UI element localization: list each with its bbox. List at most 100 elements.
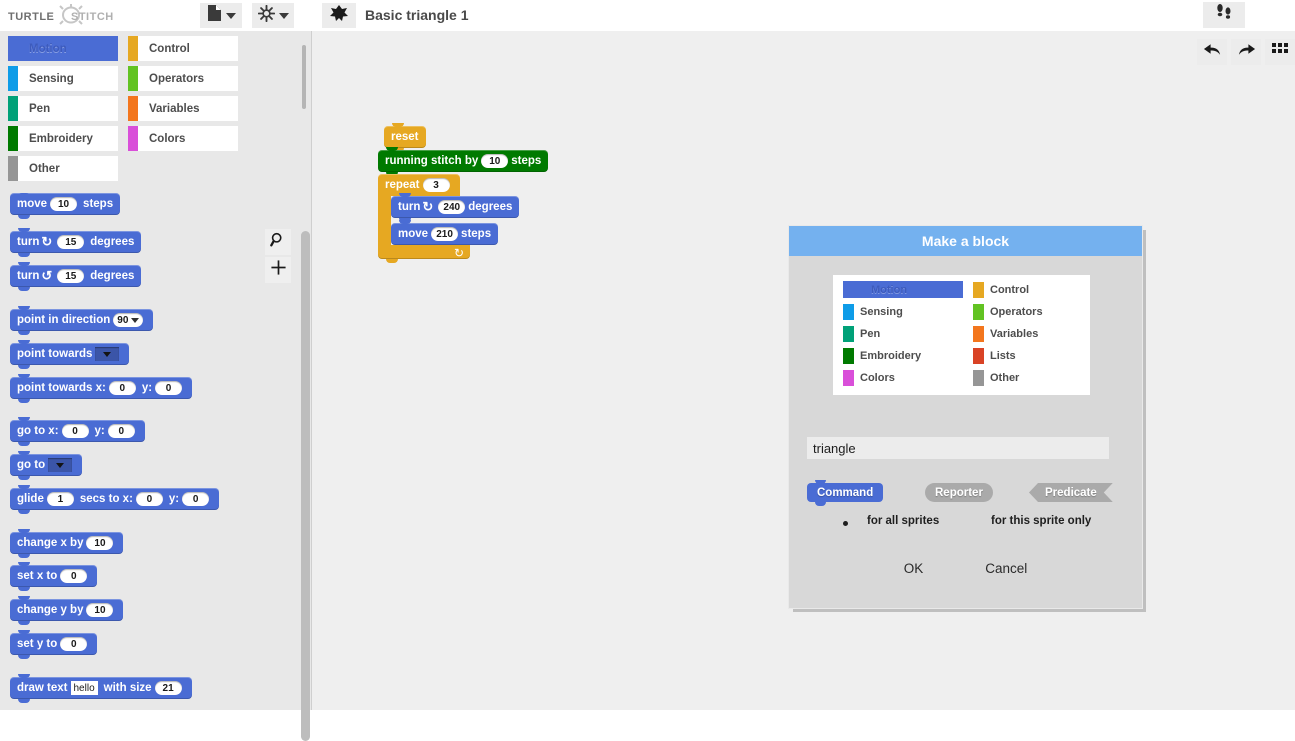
palette-block-body[interactable]: point towards	[10, 340, 130, 369]
category-scrollbar[interactable]	[302, 45, 306, 109]
dialog-category-motion[interactable]: Motion	[843, 281, 963, 298]
palette-block[interactable]: change y by 10	[10, 596, 124, 625]
reset-block-body[interactable]: reset	[384, 123, 426, 152]
palette-block-body[interactable]: turn ↻ 15 degrees	[10, 228, 142, 257]
visible-stepping-button[interactable]	[1203, 2, 1245, 28]
clean-up-button[interactable]	[1265, 39, 1295, 65]
block-number-input[interactable]: 10	[86, 603, 114, 617]
file-menu-button[interactable]	[200, 3, 242, 28]
dialog-category-embroidery[interactable]: Embroidery	[843, 347, 921, 364]
palette-category-sensing[interactable]: Sensing	[8, 66, 118, 91]
palette-block[interactable]: glide 1 secs to x: 0 y: 0	[10, 485, 220, 514]
block-dropdown-input[interactable]	[95, 347, 120, 361]
repeat-input[interactable]: 3	[422, 178, 450, 192]
repeat-inner-slot[interactable]: turn ↻ 240 degrees move 210 steps	[391, 193, 520, 249]
block-running-stitch[interactable]: running stitch by 10 steps	[378, 147, 549, 176]
palette-block-body[interactable]: set x to 0	[10, 562, 98, 591]
palette-block[interactable]: point towards x: 0 y: 0	[10, 374, 193, 403]
turn-block-body[interactable]: turn ↻ 240 degrees	[391, 193, 520, 222]
scope-this-sprite-only-option[interactable]: for this sprite only	[991, 515, 1091, 527]
palette-block-body[interactable]: go to	[10, 451, 83, 480]
palette-block[interactable]: set y to 0	[10, 630, 98, 659]
palette-category-pen[interactable]: Pen	[8, 96, 118, 121]
palette-block-body[interactable]: glide 1 secs to x: 0 y: 0	[10, 485, 220, 514]
running-stitch-input[interactable]: 10	[481, 154, 509, 168]
palette-block[interactable]: turn ↻ 15 degrees	[10, 228, 142, 257]
move-input[interactable]: 210	[431, 227, 459, 241]
palette-category-control[interactable]: Control	[128, 36, 238, 61]
block-number-input[interactable]: 21	[154, 681, 182, 695]
palette-block-body[interactable]: change x by 10	[10, 529, 124, 558]
block-reset[interactable]: reset	[384, 123, 554, 152]
palette-block[interactable]: go to x: 0 y: 0	[10, 417, 145, 446]
dialog-category-other[interactable]: Other	[973, 369, 1019, 386]
shape-command-option[interactable]: Command	[807, 480, 884, 506]
palette-block[interactable]: draw text hello with size 21	[10, 674, 192, 703]
shape-predicate-option[interactable]: Predicate	[1029, 483, 1113, 502]
palette-block[interactable]: point in direction 90	[10, 306, 154, 335]
turn-input[interactable]: 240	[438, 200, 466, 214]
block-number-input[interactable]: 0	[60, 569, 88, 583]
block-number-input[interactable]: 0	[60, 637, 88, 651]
block-name-input[interactable]	[807, 437, 1109, 459]
block-number-input[interactable]: 0	[61, 424, 89, 438]
palette-block-body[interactable]: draw text hello with size 21	[10, 674, 192, 703]
palette-category-colors[interactable]: Colors	[128, 126, 238, 151]
scope-radio-selected[interactable]	[843, 521, 848, 526]
palette-category-variables[interactable]: Variables	[128, 96, 238, 121]
dialog-category-control[interactable]: Control	[973, 281, 1029, 298]
repeat-header[interactable]: repeat 3	[378, 174, 460, 196]
block-repeat[interactable]: repeat 3 turn ↻ 240 degrees move 210 ste…	[378, 174, 520, 263]
redo-button[interactable]	[1231, 39, 1261, 65]
block-number-input[interactable]: 0	[155, 381, 183, 395]
sprite-button[interactable]	[322, 3, 356, 28]
dialog-title-bar[interactable]: Make a block	[789, 226, 1142, 256]
settings-menu-button[interactable]	[252, 3, 294, 28]
app-logo[interactable]: TURTLE STITCH	[8, 4, 128, 28]
block-dropdown-input[interactable]: 90	[113, 313, 144, 327]
palette-block[interactable]: move 10 steps	[10, 193, 121, 219]
palette-block[interactable]: change x by 10	[10, 529, 124, 558]
palette-scrollbar[interactable]	[301, 231, 310, 741]
ok-button[interactable]: OK	[896, 559, 932, 578]
move-block-body[interactable]: move 210 steps	[391, 220, 499, 249]
block-dropdown-input[interactable]	[48, 458, 73, 472]
block-number-input[interactable]: 0	[108, 381, 136, 395]
block-number-input[interactable]: 10	[86, 536, 114, 550]
dialog-category-pen[interactable]: Pen	[843, 325, 880, 342]
palette-block-body[interactable]: point towards x: 0 y: 0	[10, 374, 193, 403]
palette-block-body[interactable]: point in direction 90	[10, 306, 154, 335]
palette-category-other[interactable]: Other	[8, 156, 118, 181]
dialog-category-colors[interactable]: Colors	[843, 369, 895, 386]
palette-category-operators[interactable]: Operators	[128, 66, 238, 91]
palette-block[interactable]: turn ↺ 15 degrees	[10, 262, 142, 291]
block-text-input[interactable]: hello	[70, 681, 98, 695]
shape-reporter-option[interactable]: Reporter	[925, 483, 993, 502]
palette-block[interactable]: set x to 0	[10, 562, 98, 591]
block-number-input[interactable]: 0	[182, 492, 210, 506]
script-stack[interactable]: reset running stitch by 10 steps repeat …	[378, 123, 549, 263]
block-number-input[interactable]: 1	[46, 492, 74, 506]
palette-block-body[interactable]: move 10 steps	[10, 193, 121, 219]
block-number-input[interactable]: 10	[50, 197, 78, 211]
block-number-input[interactable]: 0	[135, 492, 163, 506]
palette-block[interactable]: go to	[10, 451, 83, 480]
palette-category-motion[interactable]: Motion	[8, 36, 118, 61]
dialog-category-lists[interactable]: Lists	[973, 347, 1016, 364]
palette-block-body[interactable]: turn ↺ 15 degrees	[10, 262, 142, 291]
undo-button[interactable]	[1197, 39, 1227, 65]
block-number-input[interactable]: 15	[57, 235, 85, 249]
block-number-input[interactable]: 15	[57, 269, 85, 283]
cancel-button[interactable]: Cancel	[977, 559, 1035, 578]
block-turn[interactable]: turn ↻ 240 degrees	[391, 193, 520, 222]
scope-all-sprites-option[interactable]: for all sprites	[867, 515, 939, 527]
palette-block-body[interactable]: change y by 10	[10, 596, 124, 625]
running-stitch-block-body[interactable]: running stitch by 10 steps	[378, 147, 549, 176]
dialog-category-sensing[interactable]: Sensing	[843, 303, 903, 320]
dialog-category-operators[interactable]: Operators	[973, 303, 1043, 320]
palette-block[interactable]: point towards	[10, 340, 130, 369]
palette-category-embroidery[interactable]: Embroidery	[8, 126, 118, 151]
palette-block-body[interactable]: set y to 0	[10, 630, 98, 659]
palette-block-body[interactable]: go to x: 0 y: 0	[10, 417, 145, 446]
block-move[interactable]: move 210 steps	[391, 220, 499, 249]
